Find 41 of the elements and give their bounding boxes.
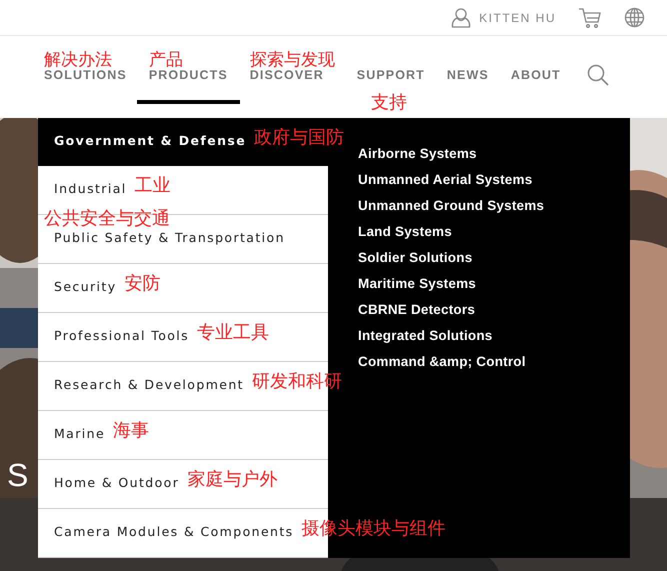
annotation-text: 产品 [148, 50, 183, 70]
nav-link[interactable]: SOLUTIONS [44, 68, 127, 83]
nav-link[interactable]: SUPPORT [356, 68, 425, 83]
annotation-text: 工业 [134, 176, 171, 196]
menu-link[interactable]: CBRNE Detectors [358, 297, 544, 323]
annotation-text: 探索与发现 [250, 50, 335, 70]
menu-category[interactable]: Camera Modules & Components [54, 523, 294, 542]
user-icon [451, 6, 472, 28]
menu-link[interactable]: Maritime Systems [358, 271, 544, 297]
menu-link[interactable]: Unmanned Ground Systems [358, 193, 544, 219]
menu-category[interactable]: Public Safety & Transportation [54, 228, 285, 248]
menu-category[interactable]: Security [54, 278, 117, 297]
cart-icon[interactable] [578, 6, 602, 28]
menu-category[interactable]: Professional Tools [54, 327, 190, 346]
menu-category[interactable]: Research & Development [54, 376, 244, 395]
user-name-link[interactable]: KITTEN HU [479, 8, 556, 26]
menu-link[interactable]: Land Systems [358, 219, 544, 245]
menu-category[interactable]: Marine [54, 425, 106, 444]
annotation-text: 政府与国防 [254, 128, 344, 148]
menu-category[interactable]: Home & Outdoor [54, 474, 180, 493]
hero-heading: S [7, 459, 28, 491]
annotation-text: 解决办法 [44, 50, 112, 70]
menu-link[interactable]: Integrated Solutions [358, 323, 544, 349]
annotation-text: 安防 [124, 274, 161, 294]
annotation-text: 支持 [370, 93, 407, 113]
annotation-text: 家庭与户外 [187, 470, 278, 490]
search-icon[interactable] [586, 64, 609, 86]
globe-icon[interactable] [624, 7, 645, 28]
menu-link[interactable]: Command &amp; Control [358, 349, 544, 375]
annotation-text: 海事 [113, 421, 150, 441]
menu-link[interactable]: Unmanned Aerial Systems [358, 167, 544, 193]
menu-link[interactable]: Airborne Systems [358, 141, 544, 167]
menu-link[interactable]: Soldier Solutions [358, 245, 544, 271]
nav-link[interactable]: DISCOVER [250, 68, 324, 83]
menu-category[interactable]: Industrial [54, 180, 127, 199]
nav-link[interactable]: ABOUT [510, 68, 561, 83]
menu-category[interactable]: Government & Defense [54, 132, 246, 151]
nav-link[interactable]: NEWS [446, 68, 489, 83]
annotation-text: 公共安全与交通 [44, 209, 170, 229]
annotation-text: 专业工具 [197, 323, 270, 343]
nav-link[interactable]: PRODUCTS [148, 68, 228, 83]
